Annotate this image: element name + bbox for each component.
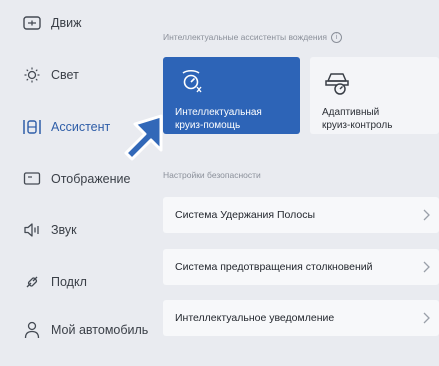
info-icon[interactable]: i: [330, 32, 342, 44]
display-icon: [22, 169, 42, 189]
sidebar-item-connection[interactable]: Подкл: [0, 262, 150, 302]
tile-label: Адаптивный круиз-контроль: [322, 107, 393, 131]
sidebar-item-label: Свет: [51, 68, 79, 82]
sound-icon: [22, 220, 42, 240]
sidebar: Движ Свет Ассистент Отображение Звук Под…: [0, 0, 150, 366]
assistants-section-title-text: Интеллектуальные ассистенты вождения: [163, 32, 327, 42]
cruise-assist-icon: [175, 69, 207, 97]
drive-mode-icon: [22, 13, 42, 33]
row-label: Система предотвращения столкновений: [175, 261, 373, 273]
sidebar-item-light[interactable]: Свет: [0, 55, 150, 95]
sidebar-item-label: Ассистент: [51, 120, 111, 134]
sidebar-item-my-car[interactable]: Мой автомобиль: [0, 310, 150, 350]
chevron-right-icon: [421, 311, 431, 325]
chevron-right-icon: [421, 208, 431, 222]
chevron-right-icon: [421, 260, 431, 274]
sidebar-item-label: Звук: [51, 223, 77, 237]
tile-adaptive-cruise-control[interactable]: Адаптивный круиз-контроль: [310, 57, 439, 134]
sidebar-item-drive[interactable]: Движ: [0, 3, 150, 43]
collision-avoidance-row[interactable]: Система предотвращения столкновений: [163, 249, 439, 285]
sidebar-item-label: Подкл: [51, 275, 87, 289]
sidebar-item-label: Движ: [51, 16, 82, 30]
tile-intelligent-cruise-assist[interactable]: Интеллектуальная круиз-помощь: [163, 57, 300, 134]
row-label: Интеллектуальное уведомление: [175, 312, 335, 324]
connection-icon: [22, 272, 42, 292]
profile-icon: [22, 320, 42, 340]
adaptive-cruise-icon: [322, 69, 354, 97]
light-icon: [22, 65, 42, 85]
sidebar-item-label: Отображение: [51, 172, 131, 186]
intelligent-notification-row[interactable]: Интеллектуальное уведомление: [163, 300, 439, 336]
sidebar-item-sound[interactable]: Звук: [0, 210, 150, 250]
lane-keeping-row[interactable]: Система Удержания Полосы: [163, 197, 439, 233]
row-label: Система Удержания Полосы: [175, 209, 316, 221]
pointer-arrow-icon: [124, 114, 163, 161]
sidebar-item-label: Мой автомобиль: [51, 323, 149, 337]
assistants-section-title: Интеллектуальные ассистенты вождения i: [163, 32, 342, 44]
assistant-icon: [22, 117, 42, 137]
tile-label: Интеллектуальная круиз-помощь: [175, 107, 262, 131]
